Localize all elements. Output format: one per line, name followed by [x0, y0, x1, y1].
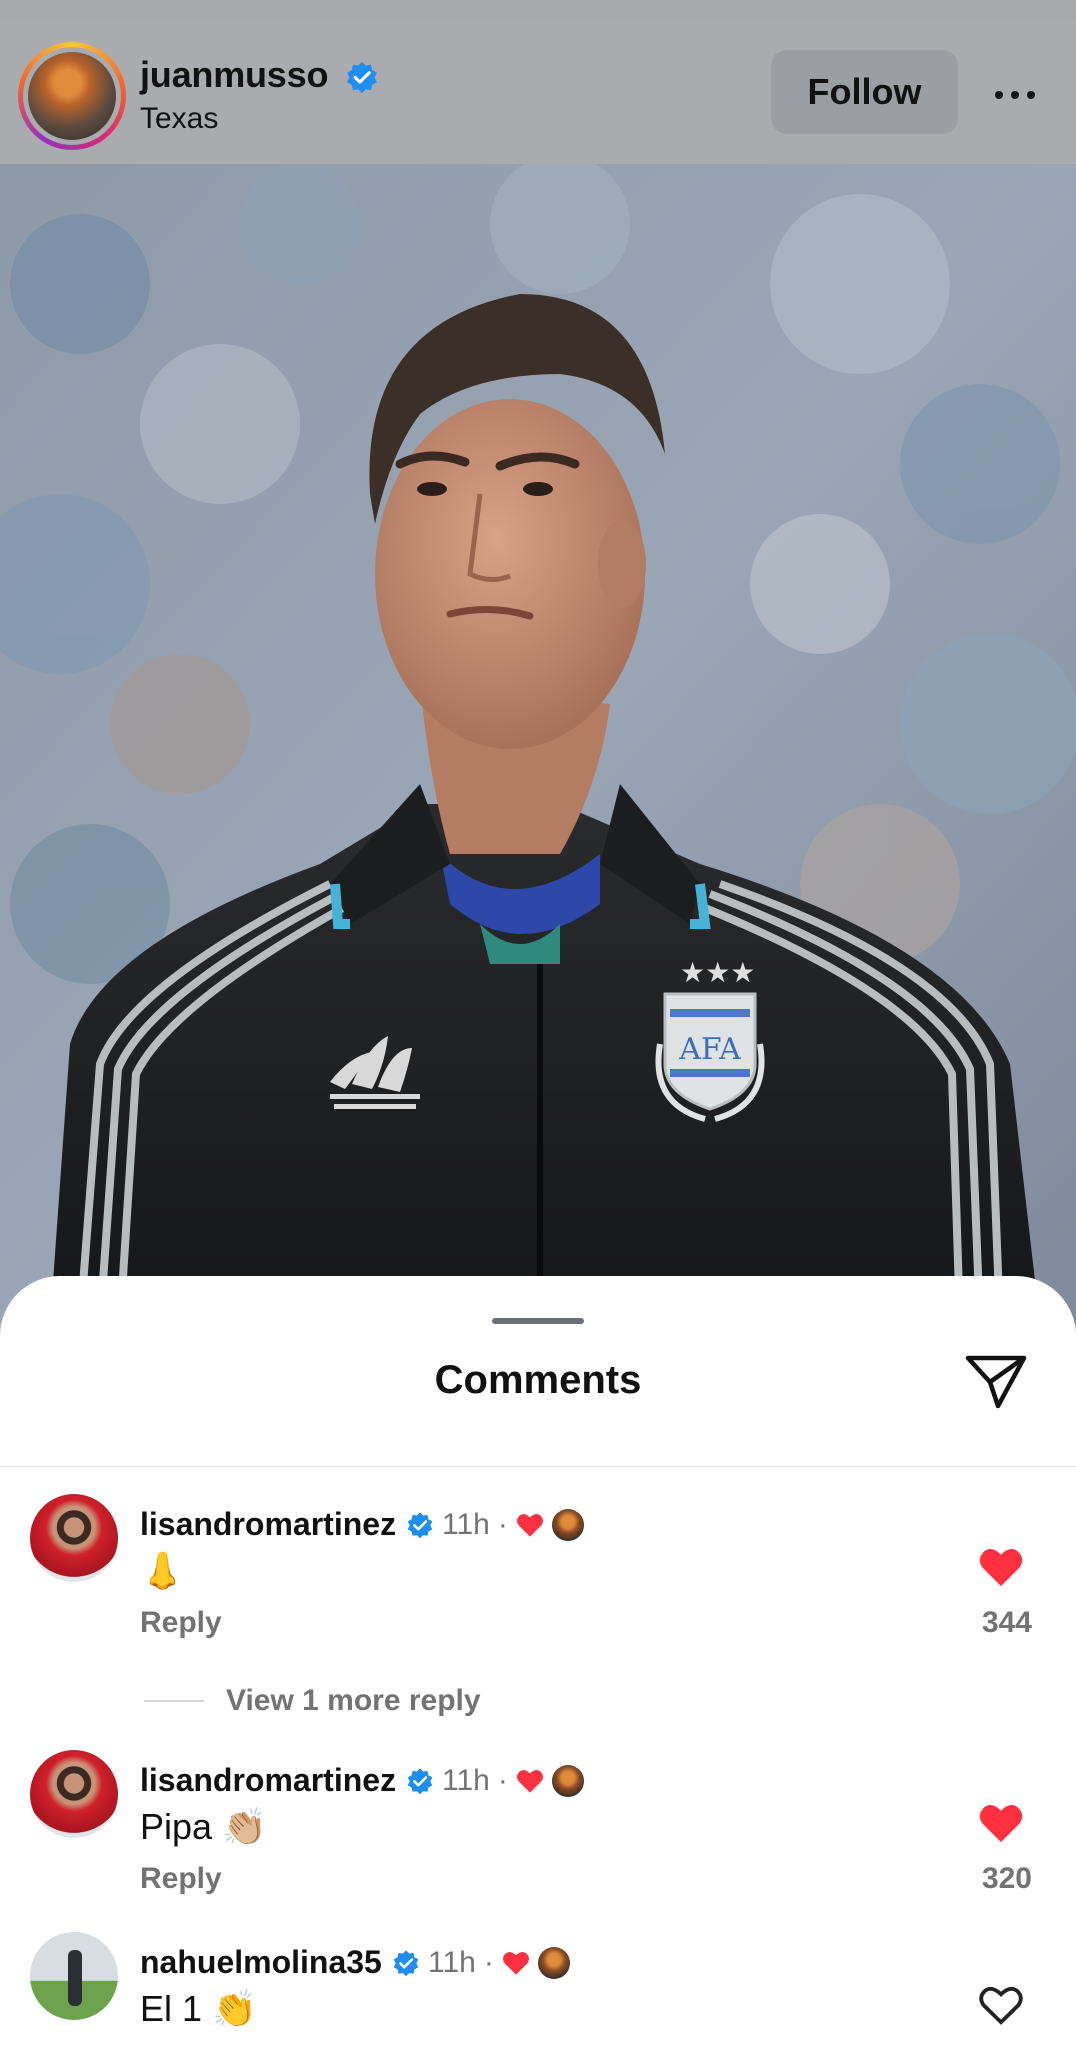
reply-button[interactable]: Reply — [140, 1862, 222, 1896]
verified-badge-icon — [407, 1768, 433, 1795]
comment-time: 11h — [442, 1508, 490, 1541]
author-liked-heart-icon — [502, 1951, 529, 1975]
like-count: 344 — [981, 1606, 1032, 1639]
post-location[interactable]: Texas — [140, 102, 218, 136]
view-more-replies[interactable]: View 1 more reply — [144, 1684, 481, 1718]
meta-separator: · — [483, 1946, 494, 1979]
svg-text:★★★: ★★★ — [680, 956, 755, 989]
comment-meta: 11h · — [392, 1946, 570, 1980]
comments-title: Comments — [434, 1358, 642, 1402]
view-more-label[interactable]: View 1 more reply — [226, 1684, 481, 1718]
comment-meta: 11h · — [406, 1764, 584, 1798]
verified-badge-icon — [347, 61, 377, 94]
more-options-icon[interactable] — [990, 80, 1040, 110]
reply-thread-line — [144, 1700, 204, 1702]
verified-badge-icon — [393, 1950, 419, 1977]
comment-text: El 1 👏 — [140, 1988, 257, 2029]
share-icon[interactable] — [964, 1352, 1028, 1412]
avatar[interactable] — [30, 1932, 118, 2020]
meta-separator: · — [497, 1764, 508, 1797]
comment-time: 11h — [442, 1764, 490, 1797]
verified-badge-icon — [407, 1512, 433, 1539]
sheet-divider — [0, 1466, 1076, 1467]
comment-time: 11h — [428, 1946, 476, 1979]
jersey-badge-text: AFA — [678, 1032, 741, 1067]
comment-text: 👃 — [140, 1550, 185, 1591]
author-liked-heart-icon — [516, 1513, 543, 1537]
avatar[interactable] — [30, 1750, 118, 1838]
comment-username[interactable]: lisandromartinez — [140, 1506, 396, 1543]
author-avatar-mini — [551, 1509, 584, 1541]
post-username[interactable]: juanmusso — [140, 54, 328, 96]
heart-outline-icon[interactable] — [978, 1984, 1024, 2026]
post-photo[interactable]: ★★★ AFA — [0, 164, 1076, 1324]
follow-button[interactable]: Follow — [771, 50, 958, 134]
heart-filled-icon[interactable] — [978, 1546, 1024, 1588]
avatar[interactable] — [30, 1494, 118, 1582]
reply-button[interactable]: Reply — [140, 1606, 222, 1640]
author-liked-heart-icon — [516, 1769, 543, 1793]
profile-avatar[interactable] — [18, 42, 126, 150]
status-strip — [0, 0, 1076, 21]
author-avatar-mini — [551, 1765, 584, 1797]
like-count: 320 — [981, 1862, 1032, 1895]
comments-sheet: Comments lisandromartinez 11h · 👃 Reply … — [0, 1276, 1076, 2048]
heart-filled-icon[interactable] — [978, 1802, 1024, 1844]
author-avatar-mini — [537, 1947, 570, 1979]
meta-separator: · — [497, 1508, 508, 1541]
comment-meta: 11h · — [406, 1508, 584, 1542]
comment-text: Pipa 👏🏼 — [140, 1806, 267, 1847]
sheet-grabber[interactable] — [492, 1318, 584, 1324]
post-header: juanmusso Texas Follow — [0, 20, 1076, 164]
comment-username[interactable]: nahuelmolina35 — [140, 1944, 382, 1981]
comment-username[interactable]: lisandromartinez — [140, 1762, 396, 1799]
